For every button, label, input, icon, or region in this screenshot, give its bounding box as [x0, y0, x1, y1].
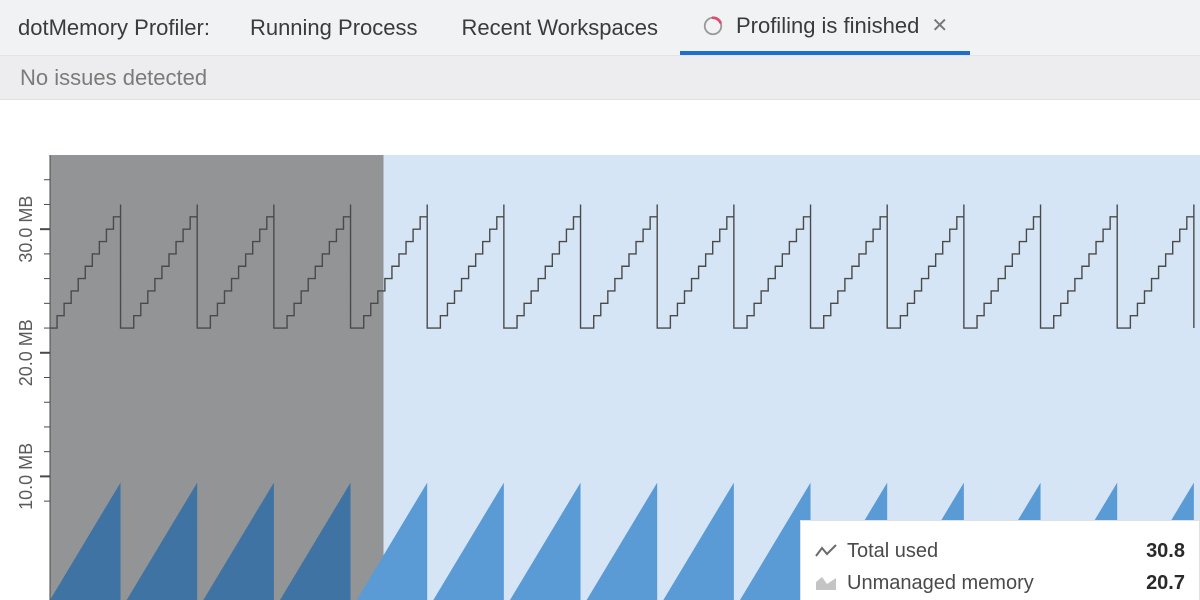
tab-recent-workspaces[interactable]: Recent Workspaces: [440, 0, 680, 55]
chart-legend: Total used 30.8 Unmanaged memory 20.7 He…: [800, 520, 1200, 600]
svg-text:10.0 MB: 10.0 MB: [16, 443, 36, 510]
tab-label: Recent Workspaces: [462, 15, 658, 41]
tab-running-process[interactable]: Running Process: [228, 0, 440, 55]
svg-text:20.0 MB: 20.0 MB: [16, 319, 36, 386]
tab-bar: dotMemory Profiler: Running Process Rece…: [0, 0, 1200, 56]
line-icon: [815, 542, 837, 560]
legend-row-total: Total used 30.8: [815, 535, 1185, 567]
tab-profiling-finished[interactable]: Profiling is finished ✕: [680, 0, 970, 55]
legend-row-unmanaged: Unmanaged memory 20.7: [815, 567, 1185, 599]
issues-message: No issues detected: [20, 65, 207, 91]
tab-label: Profiling is finished: [736, 13, 919, 39]
tabbar-title: dotMemory Profiler:: [12, 0, 228, 55]
legend-label: Total used: [847, 540, 1146, 563]
memory-timeline-chart[interactable]: 10.0 MB 20.0 MB 30.0 MB Total used 30.8 Un…: [0, 100, 1200, 600]
area-gray-icon: [815, 574, 837, 592]
issues-bar: No issues detected: [0, 56, 1200, 100]
legend-value: 30.8: [1146, 540, 1185, 563]
legend-value: 20.7: [1146, 572, 1185, 595]
close-icon[interactable]: ✕: [931, 13, 948, 38]
svg-text:30.0 MB: 30.0 MB: [16, 196, 36, 263]
legend-label: Unmanaged memory: [847, 572, 1146, 595]
tab-label: Running Process: [250, 15, 418, 41]
progress-spinner-icon: [702, 15, 724, 37]
